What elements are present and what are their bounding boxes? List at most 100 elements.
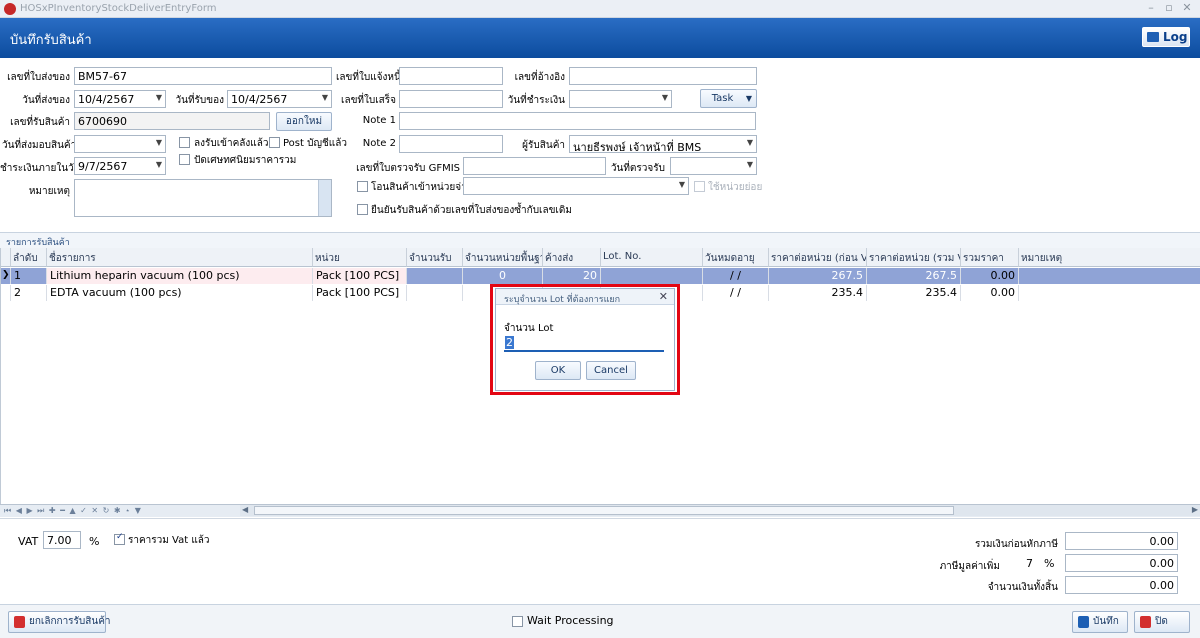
col-header-expiry[interactable]: วันหมดอายุ [703,248,769,267]
log-button[interactable]: Log [1142,27,1190,47]
check-icon: ✓ [116,532,124,542]
col-header-name[interactable]: ชื่อรายการ [47,248,313,267]
cell-lot[interactable] [601,268,703,284]
receiver-dropdown[interactable]: นายธีรพงษ์ เจ้าหน้าที่ BMS ▼ [569,135,757,153]
cell-total[interactable]: 0.00 [961,285,1019,301]
cell-name[interactable]: EDTA vacuum (100 pcs) [47,285,313,301]
dialog-close-icon[interactable]: ✕ [659,290,668,303]
round-decimal-checkbox[interactable] [179,154,190,165]
cell-no[interactable]: 2 [11,285,47,301]
ok-button[interactable]: OK [535,361,581,380]
receive-date-value: 10/4/2567 [231,93,288,106]
pay-date-picker[interactable]: ▼ [569,90,672,108]
task-button[interactable]: Task ▼ [700,89,757,108]
col-header-backorder[interactable]: ค้างส่ง [543,248,601,267]
vat-rate-input[interactable]: 7.00 [43,531,81,549]
receive-no-input[interactable]: 6700690 [74,112,270,130]
vat-included-checkbox[interactable]: ✓ [114,532,125,545]
cancel-document-icon [14,616,25,628]
cell-expiry[interactable]: / / [703,268,769,284]
chevron-down-icon: ▼ [155,138,162,147]
cell-qty[interactable] [407,285,463,301]
cell-base-qty[interactable]: 0 [463,268,543,284]
lot-count-input[interactable]: 2 [504,334,664,352]
remark-scrollbar[interactable] [318,180,331,216]
receipt-no-input[interactable] [399,90,503,108]
transfer-checkbox[interactable] [357,181,368,192]
col-header-price-ex-vat[interactable]: ราคาต่อหน่วย (ก่อน Vat) [769,248,867,267]
col-header-unit[interactable]: หน่วย [313,248,407,267]
cell-qty[interactable] [407,268,463,284]
posted-checkbox[interactable] [269,137,280,148]
col-header-base-qty[interactable]: จำนวนหน่วยพื้นฐาน [463,248,543,267]
minimize-icon[interactable]: – [1144,1,1158,14]
chevron-down-icon: ▼ [155,93,162,102]
note2-input[interactable] [399,135,503,153]
round-decimal-label: ปัดเศษทศนิยมราคารวม [194,155,297,166]
pay-date-label: วันที่ชำระเงิน [507,95,565,106]
gfmis-input[interactable] [463,157,606,175]
cell-note[interactable] [1019,285,1200,301]
transfer-label: โอนสินค้าเข้าหน่วยจ่าย [371,182,473,193]
restore-icon[interactable]: ▫ [1162,1,1176,14]
wait-processing-checkbox[interactable] [512,616,523,627]
horizontal-scrollbar[interactable]: ◀ ▶ [240,505,1200,516]
receive-date-picker[interactable]: 10/4/2567 ▼ [227,90,332,108]
receive-no-label: เลขที่รับสินค้า [10,117,70,128]
save-button[interactable]: บันทึก [1072,611,1128,633]
debt-no-input[interactable] [399,67,503,85]
col-header-qty[interactable]: จำนวนรับ [407,248,463,267]
lot-count-value: 2 [505,336,514,349]
cell-name[interactable]: Lithium heparin vacuum (100 pcs) [47,268,313,284]
chevron-down-icon: ▼ [661,93,668,102]
scroll-left-icon[interactable]: ◀ [242,505,248,514]
new-number-button[interactable]: ออกใหม่ [276,112,332,131]
cancel-receive-button[interactable]: ยกเลิกการรับสินค้า [8,611,111,633]
cancel-button[interactable]: Cancel [586,361,636,380]
col-header-price-in-vat[interactable]: ราคาต่อหน่วย (รวม Vat) [867,248,961,267]
deliver-date-picker[interactable]: ▼ [74,135,166,153]
close-button[interactable]: ปิด [1134,611,1190,633]
pay-within-picker[interactable]: 9/7/2567 ▼ [74,157,166,175]
grid-navigator-buttons[interactable]: ⏮ ◀ ▶ ⏭ ✚ ━ ▲ ✓ ✕ ↻ ✱ ⋆ ▼ [4,506,142,516]
cell-note[interactable] [1019,268,1200,284]
cell-no[interactable]: 1 [11,268,47,284]
cell-unit[interactable]: Pack [100 PCS] [313,285,407,301]
chevron-down-icon: ▼ [745,94,752,103]
scroll-right-icon[interactable]: ▶ [1192,505,1198,514]
cell-unit[interactable]: Pack [100 PCS] [313,268,407,284]
cell-price-in-vat[interactable]: 267.5 [867,268,961,284]
note2-label: Note 2 [362,138,396,149]
col-header-no[interactable]: ลำดับ [11,248,47,267]
table-row[interactable]: ❯ 1 Lithium heparin vacuum (100 pcs) Pac… [1,268,1200,284]
cell-expiry[interactable]: / / [703,285,769,301]
cell-price-in-vat[interactable]: 235.4 [867,285,961,301]
row-indicator-header [1,248,11,267]
confirm-duplicate-checkbox[interactable] [357,204,368,215]
col-header-lot[interactable]: Lot. No. [601,248,703,267]
row-pointer-icon: ❯ [1,268,11,284]
send-date-value: 10/4/2567 [78,93,135,106]
cell-price-ex-vat[interactable]: 267.5 [769,268,867,284]
totals-panel: VAT 7.00 % ✓ ราคารวม Vat แล้ว รวมเงินก่อ… [0,518,1200,604]
note1-input[interactable] [399,112,756,130]
stock-received-label: ลงรับเข้าคลังแล้ว [194,138,269,149]
cell-price-ex-vat[interactable]: 235.4 [769,285,867,301]
stock-received-checkbox[interactable] [179,137,190,148]
send-date-picker[interactable]: 10/4/2567 ▼ [74,90,166,108]
check-date-picker[interactable]: ▼ [670,157,757,175]
cell-backorder[interactable]: 20 [543,268,601,284]
cell-total[interactable]: 0.00 [961,268,1019,284]
transfer-dropdown[interactable]: ▼ [463,177,689,195]
delivery-no-input[interactable]: BM57-67 [74,67,332,85]
vat-rate-percent: % [1044,557,1055,570]
col-header-note[interactable]: หมายเหตุ [1019,248,1200,267]
note1-label: Note 1 [362,115,396,126]
log-button-label: Log [1163,30,1188,44]
col-header-total[interactable]: รวมราคา [961,248,1019,267]
remark-textarea[interactable] [74,179,332,217]
close-icon[interactable]: ✕ [1180,1,1194,14]
use-subunit-checkbox[interactable] [694,181,705,192]
scrollbar-thumb[interactable] [254,506,954,515]
ref-no-input[interactable] [569,67,757,85]
